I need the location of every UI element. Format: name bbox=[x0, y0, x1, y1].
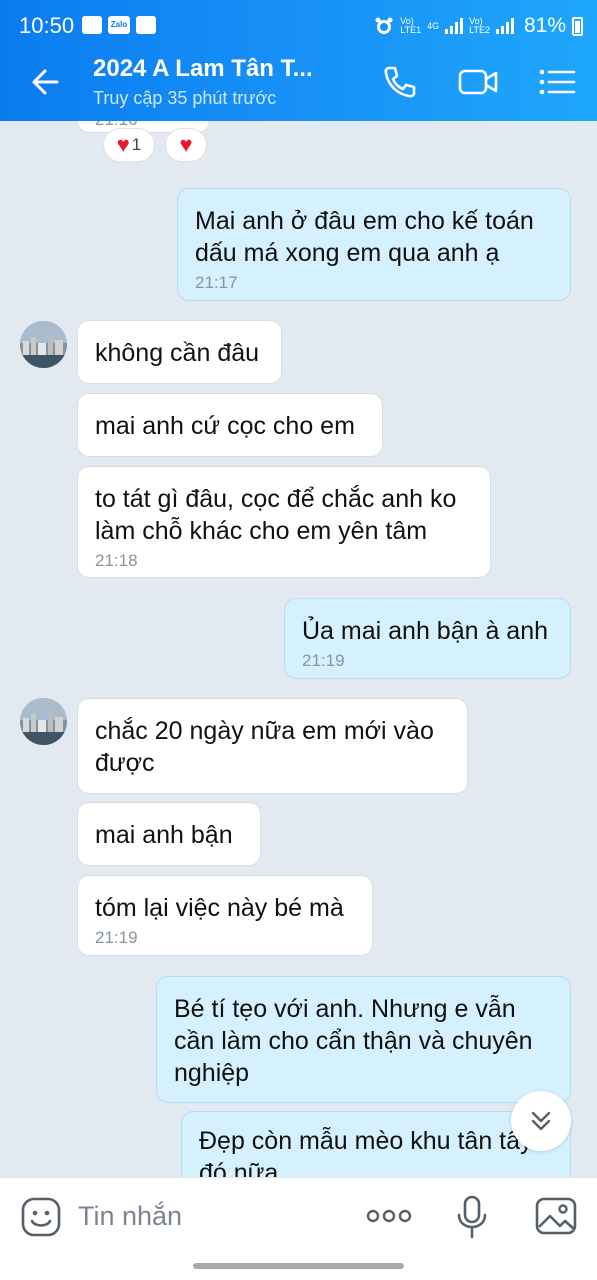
message-time: 21:18 bbox=[95, 551, 138, 570]
message-bubble-incoming[interactable]: mai anh bận bbox=[77, 802, 261, 866]
network-4g-label: 4G bbox=[427, 21, 440, 31]
network-1-label: Vo) LTE1 bbox=[400, 16, 422, 35]
message-bubble-outgoing[interactable]: Mai anh ở đâu em cho kế toán dấu má xong… bbox=[177, 188, 571, 301]
signal-1-icon bbox=[445, 18, 464, 34]
message-text: Mai anh ở đâu em cho kế toán dấu má xong… bbox=[195, 207, 534, 267]
gallery-notification-icon bbox=[82, 16, 102, 34]
message-input[interactable]: Tin nhắn bbox=[78, 1201, 182, 1232]
message-bubble-incoming[interactable]: tóm lại việc này bé mà 21:19 bbox=[77, 875, 373, 956]
contact-avatar[interactable] bbox=[20, 321, 67, 368]
message-time: 21:19 bbox=[95, 928, 138, 947]
image-icon[interactable] bbox=[534, 1196, 578, 1236]
message-text: tóm lại việc này bé mà bbox=[95, 894, 344, 922]
message-bubble-incoming[interactable]: to tát gì đâu, cọc để chắc anh ko làm ch… bbox=[77, 466, 491, 578]
status-time: 10:50 bbox=[19, 13, 75, 38]
message-text: chắc 20 ngày nữa em mới vào được bbox=[95, 717, 434, 777]
avatar-image bbox=[20, 321, 67, 368]
message-text: to tát gì đâu, cọc để chắc anh ko làm ch… bbox=[95, 485, 457, 545]
message-bubble-outgoing[interactable]: Bé tí tẹo với anh. Nhưng e vẫn cần làm c… bbox=[156, 976, 571, 1103]
message-time: 21:17 bbox=[195, 273, 238, 292]
status-bar: 10:50 Zalo Vo) LTE1 4G Vo) LTE2 81% bbox=[0, 0, 597, 50]
phone-icon[interactable] bbox=[378, 62, 420, 102]
message-bubble-incoming[interactable]: không cần đâu bbox=[77, 320, 282, 384]
notification-icons: Zalo bbox=[82, 16, 156, 34]
message-bubble-outgoing[interactable]: Ủa mai anh bận à anh 21:19 bbox=[284, 598, 571, 679]
voicemail-notification-icon bbox=[136, 16, 156, 34]
message-bubble-incoming[interactable]: chắc 20 ngày nữa em mới vào được bbox=[77, 698, 468, 794]
emoji-icon[interactable] bbox=[20, 1196, 62, 1238]
scroll-to-bottom-button[interactable] bbox=[511, 1091, 571, 1151]
last-seen-status: Truy cập 35 phút trước bbox=[93, 88, 277, 108]
conversation-title[interactable]: 2024 A Lam Tân T... bbox=[93, 55, 313, 83]
zalo-notification-icon: Zalo bbox=[108, 16, 130, 34]
message-text: mai anh cứ cọc cho em bbox=[95, 412, 355, 440]
network-2-label: Vo) LTE2 bbox=[469, 16, 490, 35]
reaction-count: 1 bbox=[131, 135, 142, 154]
alarm-icon bbox=[375, 17, 393, 34]
reaction-count-badge[interactable]: ♥ 1 bbox=[103, 128, 155, 162]
double-chevron-down-icon bbox=[531, 1111, 551, 1131]
video-call-icon[interactable] bbox=[457, 62, 499, 102]
message-text: Ủa mai anh bận à anh bbox=[302, 617, 549, 645]
heart-icon: ♥ bbox=[116, 132, 130, 157]
home-indicator[interactable] bbox=[193, 1263, 404, 1269]
back-arrow-icon[interactable] bbox=[27, 62, 67, 102]
more-icon[interactable] bbox=[366, 1208, 412, 1224]
chat-area[interactable]: 21:16 ♥ 1 ♥ Mai anh ở đâu em cho kế toán… bbox=[0, 121, 597, 1177]
add-reaction-button[interactable]: ♥ bbox=[165, 128, 207, 162]
battery-percent: 81% bbox=[523, 14, 566, 37]
message-text: không cần đâu bbox=[95, 339, 260, 367]
signal-2-icon bbox=[495, 18, 514, 34]
message-text: Đẹp còn mẫu mèo khu tân tây đó nữa bbox=[199, 1127, 533, 1177]
heart-icon: ♥ bbox=[179, 132, 193, 157]
top-bar: 10:50 Zalo Vo) LTE1 4G Vo) LTE2 81% 2024… bbox=[0, 0, 597, 121]
contact-avatar[interactable] bbox=[20, 698, 67, 745]
message-time: 21:19 bbox=[302, 651, 345, 670]
battery-icon bbox=[572, 16, 583, 36]
menu-icon[interactable] bbox=[536, 62, 578, 102]
microphone-icon[interactable] bbox=[455, 1194, 489, 1240]
message-bubble-incoming[interactable]: mai anh cứ cọc cho em bbox=[77, 393, 383, 457]
avatar-image bbox=[20, 698, 67, 745]
message-text: Bé tí tẹo với anh. Nhưng e vẫn cần làm c… bbox=[174, 995, 533, 1087]
message-text: mai anh bận bbox=[95, 821, 233, 849]
status-right: Vo) LTE1 4G Vo) LTE2 81% bbox=[374, 14, 583, 38]
